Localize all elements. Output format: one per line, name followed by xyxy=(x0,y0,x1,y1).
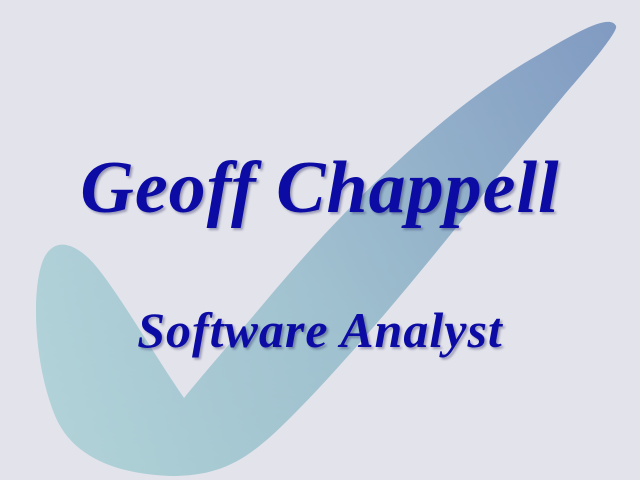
page-subtitle: Software Analyst xyxy=(137,302,503,358)
splash-page: Geoff Chappell Software Analyst xyxy=(0,0,640,480)
page-title: Geoff Chappell xyxy=(80,147,560,229)
swoosh-shading xyxy=(35,21,617,476)
checkmark-swoosh-icon xyxy=(35,21,617,476)
